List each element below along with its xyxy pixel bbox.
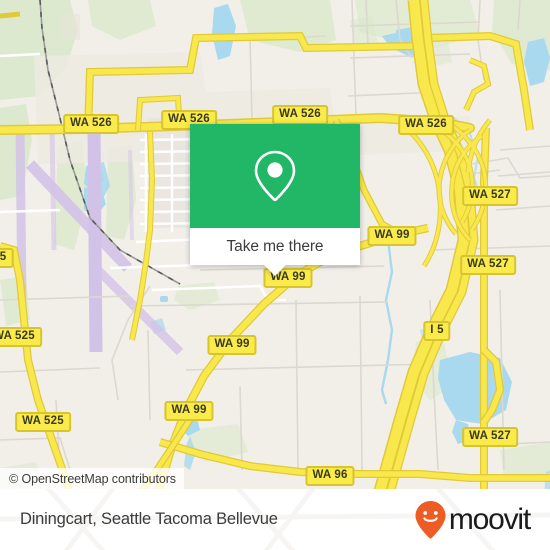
destination-info-card[interactable]: Take me there [190,124,360,276]
take-me-there-label: Take me there [226,237,324,255]
moovit-wordmark: moovit [448,502,531,536]
location-pin-icon [254,150,296,202]
moovit-pin-icon [415,500,446,539]
take-me-there-button[interactable]: Take me there [190,228,360,276]
info-card-header [190,124,360,228]
moovit-brand[interactable]: moovit [414,500,531,540]
osm-attribution[interactable]: © OpenStreetMap contributors [0,468,184,489]
footer-content: Diningcart, Seattle Tacoma Bellevue moov… [0,489,550,550]
footer-place-title: Diningcart, Seattle Tacoma Bellevue [20,510,278,528]
map-application: WA 526 WA 526 WA 526 WA 526 WA 527 WA 527 WA 9… [0,0,550,550]
info-card-pointer [264,265,286,276]
page-footer: Diningcart, Seattle Tacoma Bellevue moov… [0,489,550,550]
attribution-text: © OpenStreetMap contributors [9,471,176,486]
